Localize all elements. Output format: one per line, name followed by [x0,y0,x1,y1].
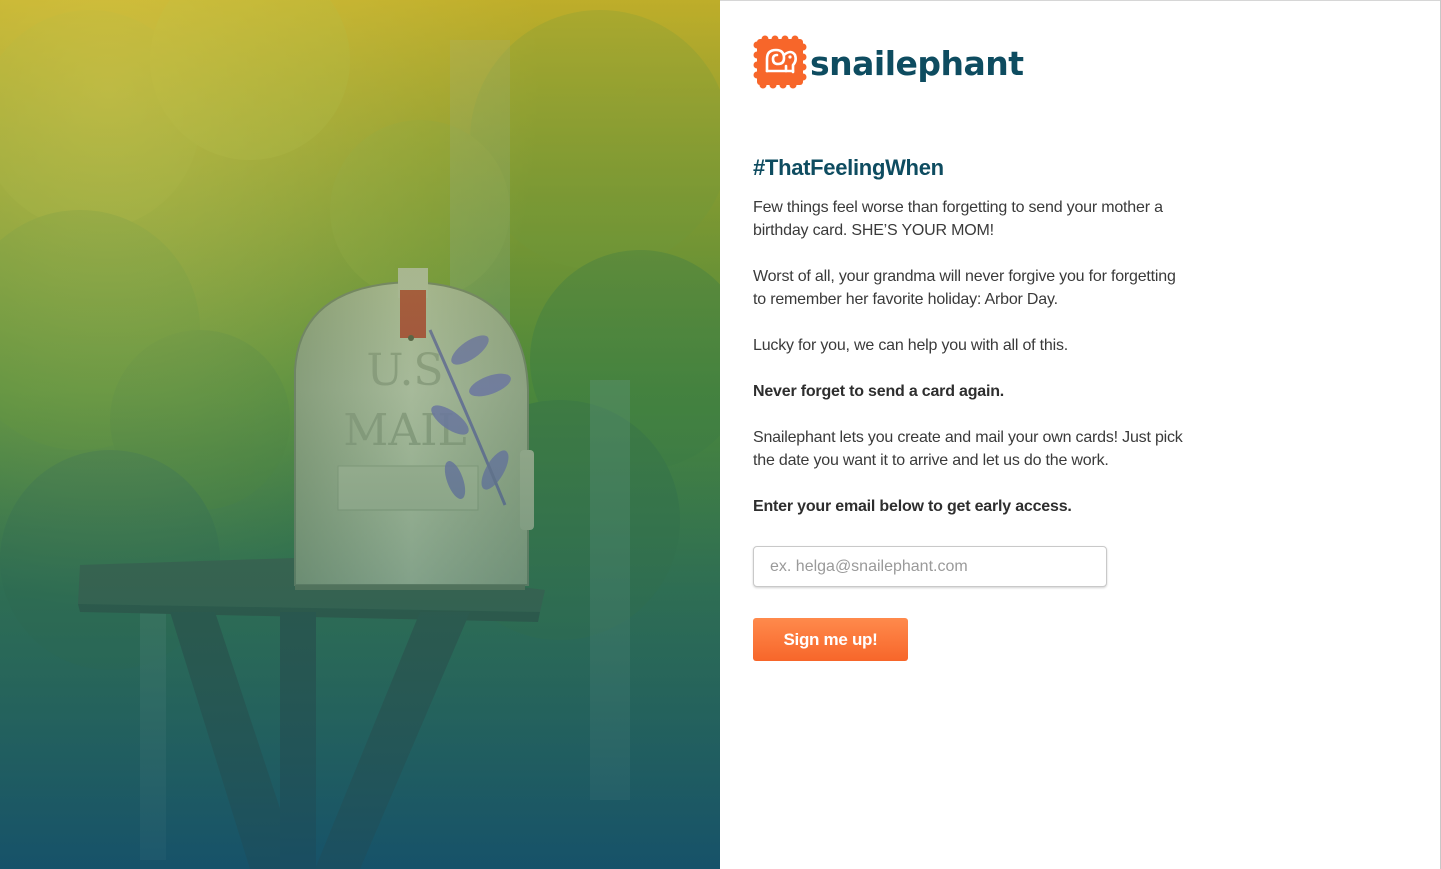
hero-mailbox-image: U.S MAIL [0,0,720,869]
top-divider [720,0,1441,1]
landing-page: U.S MAIL [0,0,1441,869]
tagline-never-forget: Never forget to send a card again. [753,383,1005,400]
sign-up-button[interactable]: Sign me up! [753,618,908,661]
brand-name: snailephant [810,44,1024,83]
elephant-stamp-icon [753,35,807,89]
email-field[interactable] [753,546,1107,587]
brand-logo[interactable]: snailephant [753,35,1024,89]
early-access-prompt: Enter your email below to get early acce… [753,498,1072,515]
intro-paragraph-grandma: Worst of all, your grandma will never fo… [753,268,1176,308]
page-headline: #ThatFeelingWhen [753,155,944,180]
intro-paragraph-mom: Few things feel worse than forgetting to… [753,199,1163,239]
intro-paragraph-help: Lucky for you, we can help you with all … [753,337,1069,354]
product-description: Snailephant lets you create and mail you… [753,429,1183,469]
